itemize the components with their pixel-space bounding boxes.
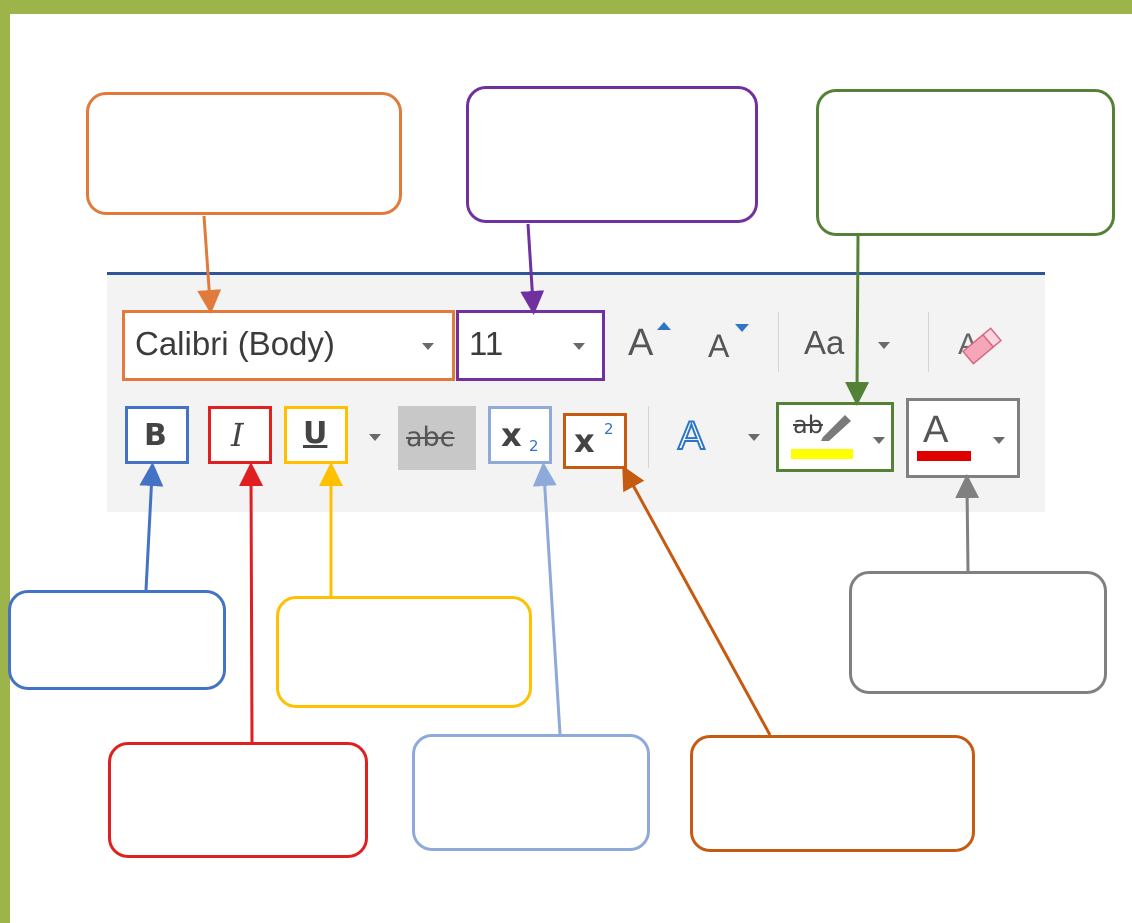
superscript-arrow	[622, 465, 772, 736]
connector-lines	[139, 215, 980, 743]
bold-arrow	[139, 462, 164, 591]
italic-arrow	[239, 462, 264, 743]
subscript-arrow	[532, 462, 562, 735]
highlight-arrow	[845, 235, 870, 406]
font-name-arrow	[197, 215, 222, 314]
font-size-arrow	[520, 223, 545, 315]
font-color-arrow	[955, 474, 980, 572]
